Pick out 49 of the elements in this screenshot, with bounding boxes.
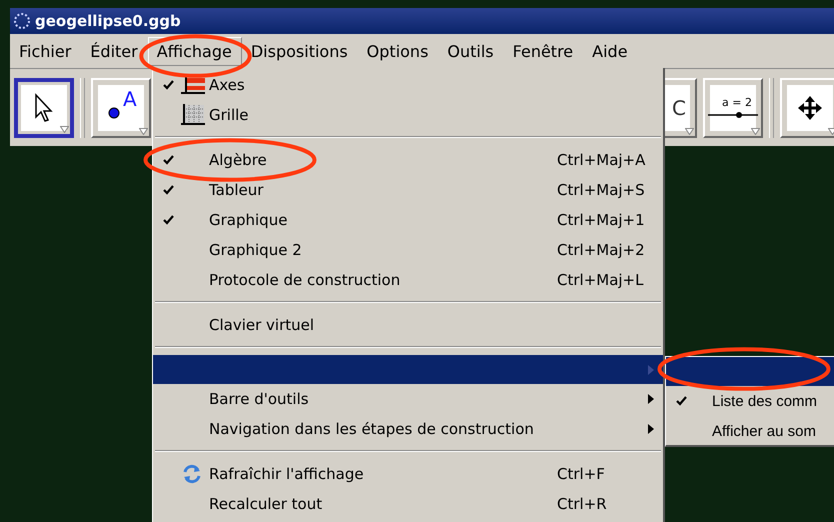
slider-label: a = 2	[722, 96, 752, 109]
menu-item[interactable]: Barre d'outils	[153, 384, 663, 414]
tool-label: C	[672, 96, 686, 120]
shortcut-text: Ctrl+Maj+S	[557, 181, 646, 199]
arrow-pointer-icon	[33, 92, 55, 122]
menu-title[interactable]: Éditer	[81, 36, 148, 66]
menu-item[interactable]: Recalculer tout Ctrl+R	[153, 489, 663, 519]
shortcut-text: Ctrl+Maj+A	[557, 151, 646, 169]
refresh-icon	[181, 463, 203, 485]
dropdown-triangle-icon	[60, 126, 69, 132]
tool-button[interactable]	[14, 78, 74, 138]
window-title: geogellipse0.ggb	[35, 12, 181, 30]
point-icon	[108, 106, 120, 118]
menu-item[interactable]: Graphique 2 Ctrl+Maj+2	[153, 235, 663, 265]
menu-title[interactable]: Affichage	[148, 36, 242, 66]
slider-icon	[708, 111, 758, 119]
menu-item[interactable]: Graphique Ctrl+Maj+1	[153, 205, 663, 235]
menu-title[interactable]: Outils	[438, 36, 504, 66]
shortcut-text: Ctrl+Maj+2	[557, 241, 646, 259]
tool-button[interactable]: A	[91, 78, 151, 138]
menu-item[interactable]: Afficher au som	[666, 416, 834, 446]
menu-title[interactable]: Aide	[583, 36, 638, 66]
shortcut-text: Ctrl+R	[557, 495, 608, 513]
menu-item[interactable]: Rafraîchir l'affichage Ctrl+F	[153, 459, 663, 489]
dotted-circle-icon	[13, 12, 31, 30]
shortcut-text: Ctrl+Maj+L	[557, 271, 644, 289]
menu-item[interactable]: Liste des comm	[666, 386, 834, 416]
menu-title[interactable]: Fenêtre	[504, 36, 584, 66]
menu-item[interactable]: Tableur Ctrl+Maj+S	[153, 175, 663, 205]
point-label: A	[123, 86, 137, 110]
menu-item[interactable]: Clavier virtuel	[153, 310, 663, 340]
dropdown-triangle-icon	[751, 128, 760, 134]
grid-icon	[181, 104, 205, 126]
menu-item[interactable]: Algèbre Ctrl+Maj+A	[153, 145, 663, 175]
tool-button[interactable]: a = 2	[703, 78, 763, 138]
dropdown-triangle-icon	[139, 128, 148, 134]
menu-title[interactable]: Dispositions	[242, 36, 358, 66]
submenu-arrow-icon	[648, 364, 654, 374]
menu-item[interactable]: Protocole de construction Ctrl+Maj+L	[153, 265, 663, 295]
submenu-arrow-icon	[648, 394, 654, 404]
menu-title[interactable]: Options	[358, 36, 438, 66]
menu-item[interactable]: Navigation dans les étapes de construction	[153, 414, 663, 444]
shortcut-text: Ctrl+F	[557, 465, 606, 483]
move-arrows-icon	[796, 94, 824, 122]
menu-title[interactable]: Fichier	[10, 36, 82, 66]
dropdown-triangle-icon	[685, 128, 694, 134]
menu-item[interactable]	[666, 357, 834, 386]
shortcut-text: Ctrl+Maj+1	[557, 211, 646, 229]
submenu-arrow-icon	[648, 424, 654, 434]
